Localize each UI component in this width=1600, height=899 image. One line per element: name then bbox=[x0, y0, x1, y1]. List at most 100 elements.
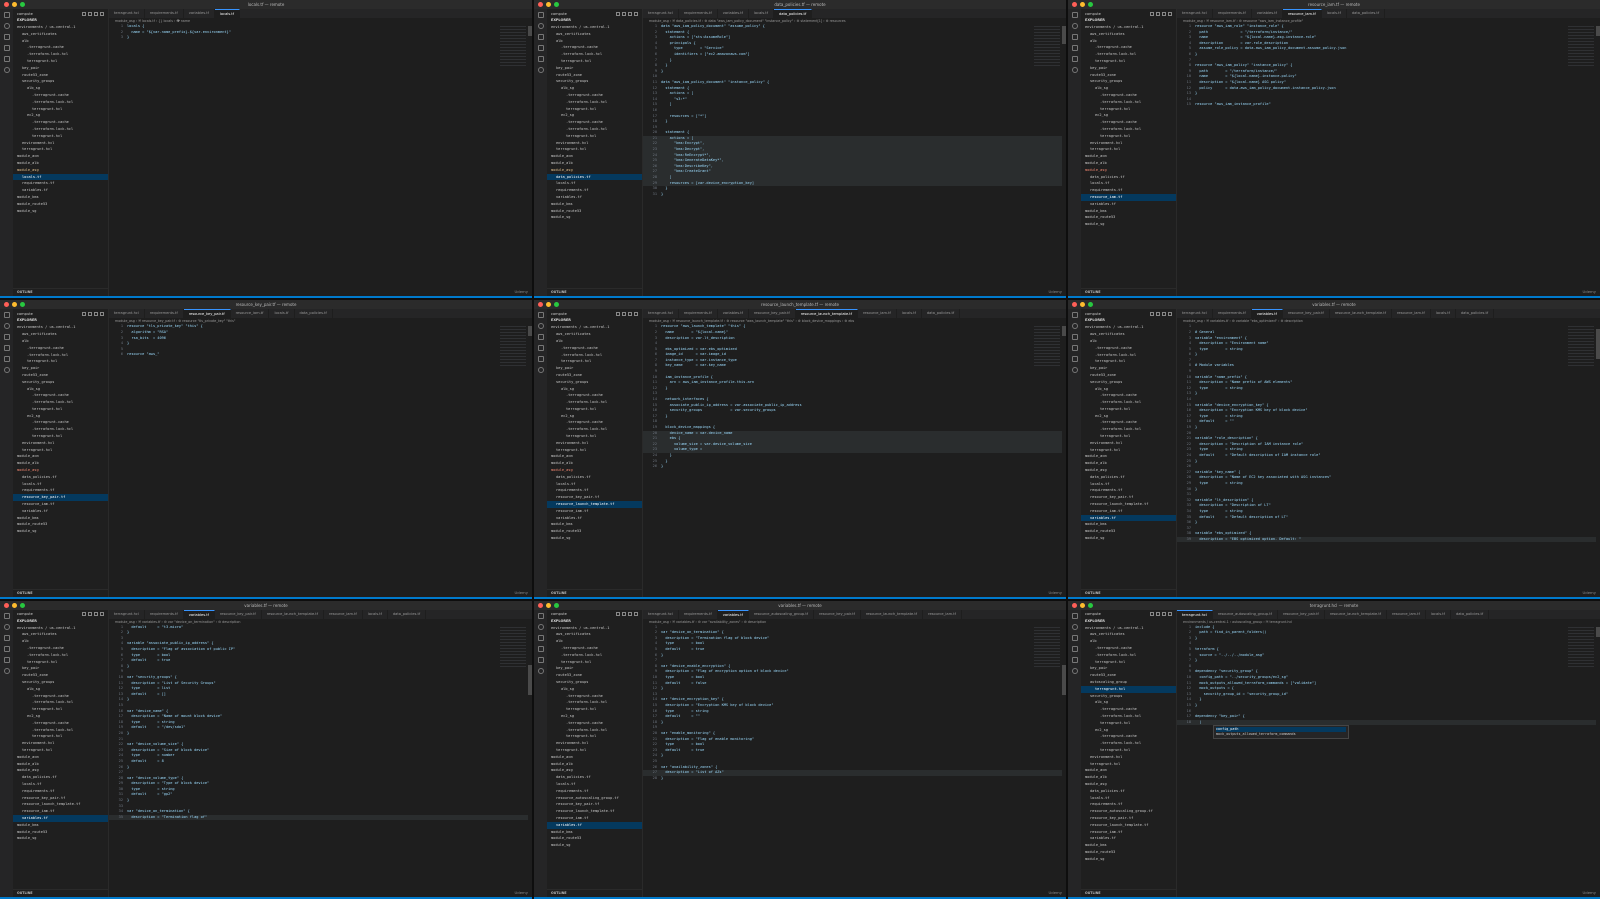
tree-item[interactable]: module_kms bbox=[1081, 521, 1176, 528]
tree-item[interactable]: module_route53 bbox=[13, 829, 108, 836]
vertical-scrollbar[interactable] bbox=[528, 624, 532, 897]
autocomplete-option[interactable]: mock_outputs_allowed_terraform_commands bbox=[1216, 732, 1346, 737]
source-control-icon[interactable] bbox=[537, 634, 544, 641]
tree-item[interactable]: .terragrunt-cache bbox=[1081, 392, 1176, 399]
tree-item[interactable]: variables.tf bbox=[1081, 835, 1176, 842]
editor-tab[interactable]: resource_key_pair.tf bbox=[814, 609, 861, 619]
remote-icon[interactable] bbox=[1071, 667, 1078, 674]
tree-item[interactable]: .terraform.lock.hcl bbox=[13, 99, 108, 106]
refresh-icon[interactable] bbox=[94, 311, 98, 316]
tree-item[interactable]: .terraform.lock.hcl bbox=[13, 727, 108, 734]
tree-item[interactable]: resource_iam.tf bbox=[1081, 508, 1176, 515]
tree-item[interactable]: resource_launch_template.tf bbox=[1081, 822, 1176, 829]
tree-item[interactable]: terragrunt.hcl bbox=[1081, 720, 1176, 727]
tree-item[interactable]: .terragrunt-cache bbox=[13, 345, 108, 352]
tree-item[interactable]: terragrunt.hcl bbox=[1081, 433, 1176, 440]
new-file-icon[interactable] bbox=[616, 311, 620, 316]
editor-tab[interactable]: resource_key_pair.tf bbox=[183, 309, 231, 319]
tree-item[interactable]: key_pair bbox=[547, 65, 642, 72]
tree-item[interactable]: module_alb bbox=[547, 761, 642, 768]
new-file-icon[interactable] bbox=[82, 311, 86, 316]
tree-item[interactable]: .terraform.lock.hcl bbox=[547, 399, 642, 406]
scrollbar-thumb[interactable] bbox=[1062, 26, 1066, 44]
editor-tab[interactable]: locals.tf bbox=[269, 309, 295, 319]
run-debug-icon[interactable] bbox=[3, 345, 10, 352]
collapse-icon[interactable] bbox=[1168, 612, 1172, 617]
tree-item[interactable]: route53_zone bbox=[1081, 372, 1176, 379]
tree-item[interactable]: .terragrunt-cache bbox=[547, 645, 642, 652]
tree-item[interactable]: environments / us-central-1 bbox=[13, 625, 108, 632]
remote-icon[interactable] bbox=[1071, 67, 1078, 73]
refresh-icon[interactable] bbox=[1162, 612, 1166, 617]
tree-item[interactable]: aws_certificates bbox=[1081, 331, 1176, 338]
tree-item[interactable]: terragrunt.hcl bbox=[1081, 447, 1176, 454]
tree-item[interactable]: locals.tf bbox=[547, 180, 642, 187]
editor-tab[interactable]: requirements.tf bbox=[679, 309, 718, 319]
tree-item[interactable]: environments / us-central-1 bbox=[1081, 625, 1176, 632]
tree-item[interactable]: security_groups bbox=[547, 379, 642, 386]
tree-item[interactable]: locals.tf bbox=[547, 481, 642, 488]
editor-tab[interactable]: data_policies.tf bbox=[773, 9, 813, 18]
tree-item[interactable]: requirements.tf bbox=[547, 187, 642, 194]
tree-item[interactable]: module_alb bbox=[1081, 160, 1176, 167]
editor-tab[interactable]: requirements.tf bbox=[679, 609, 718, 619]
editor-tab[interactable]: resource_iam.tf bbox=[858, 309, 897, 319]
code-editor[interactable]: 1 resource "tls_private_key" "this" {2 al… bbox=[109, 324, 532, 597]
scrollbar-thumb[interactable] bbox=[1596, 626, 1600, 637]
tree-item[interactable]: resource_key_pair.tf bbox=[13, 795, 108, 802]
editor-tab[interactable]: terragrunt.hcl bbox=[643, 309, 679, 319]
tree-item[interactable]: ec2_sg bbox=[1081, 112, 1176, 119]
tree-item[interactable]: key_pair bbox=[13, 665, 108, 672]
editor-tab[interactable]: data_policies.tf bbox=[1451, 609, 1490, 619]
tree-item[interactable]: .terraform.lock.hcl bbox=[1081, 399, 1176, 406]
tree-item[interactable]: security_groups bbox=[13, 379, 108, 386]
source-control-icon[interactable] bbox=[1071, 34, 1078, 40]
tree-item[interactable]: module_sg bbox=[13, 835, 108, 842]
tree-item[interactable]: aws_certificates bbox=[547, 631, 642, 638]
tree-item[interactable]: terragrunt.hcl bbox=[547, 358, 642, 365]
tree-item[interactable]: alb_sg bbox=[547, 85, 642, 92]
tree-item[interactable]: terragrunt.hcl bbox=[13, 58, 108, 65]
tree-item[interactable]: module_route53 bbox=[1081, 849, 1176, 856]
tree-item[interactable]: resource_iam.tf bbox=[1081, 829, 1176, 836]
tree-item[interactable]: key_pair bbox=[13, 365, 108, 372]
code-editor[interactable]: 1 data "aws_iam_policy_document" "assume_… bbox=[643, 24, 1066, 297]
tree-item[interactable]: .terragrunt-cache bbox=[1081, 419, 1176, 426]
tree-item[interactable]: terragrunt.hcl bbox=[547, 106, 642, 113]
tree-item[interactable]: .terraform.lock.hcl bbox=[547, 126, 642, 133]
tree-item[interactable]: security_groups bbox=[1081, 379, 1176, 386]
tree-item[interactable]: alb_sg bbox=[13, 386, 108, 393]
tree-item[interactable]: module_kms bbox=[547, 201, 642, 208]
run-debug-icon[interactable] bbox=[1071, 45, 1078, 51]
extensions-icon[interactable] bbox=[3, 656, 10, 663]
tree-item[interactable]: terragrunt.hcl bbox=[1081, 358, 1176, 365]
source-control-icon[interactable] bbox=[1071, 634, 1078, 641]
collapse-icon[interactable] bbox=[634, 612, 638, 617]
new-file-icon[interactable] bbox=[1150, 612, 1154, 617]
tree-item[interactable]: security_groups bbox=[13, 679, 108, 686]
tree-item[interactable]: resource_key_pair.tf bbox=[547, 801, 642, 808]
editor-tab[interactable]: locals.tf bbox=[1426, 609, 1451, 619]
tree-item[interactable]: module_kms bbox=[13, 822, 108, 829]
search-icon[interactable] bbox=[1071, 323, 1078, 330]
code-editor[interactable]: 1 resource "aws_iam_role" "instance_role"… bbox=[1177, 24, 1600, 297]
tree-item[interactable]: key_pair bbox=[1081, 365, 1176, 372]
tree-item[interactable]: ec2_sg bbox=[547, 713, 642, 720]
tree-item[interactable]: .terragrunt-cache bbox=[1081, 733, 1176, 740]
tree-item[interactable]: alb bbox=[1081, 638, 1176, 645]
editor-tab[interactable]: variables.tf bbox=[717, 609, 749, 619]
tree-item[interactable]: route53_zone bbox=[13, 72, 108, 79]
scrollbar-thumb[interactable] bbox=[1596, 329, 1600, 360]
search-icon[interactable] bbox=[3, 23, 10, 29]
collapse-icon[interactable] bbox=[100, 11, 104, 16]
remote-icon[interactable] bbox=[537, 67, 544, 73]
tree-item[interactable]: .terraform.lock.hcl bbox=[1081, 426, 1176, 433]
tree-item[interactable]: terragrunt.hcl bbox=[13, 146, 108, 153]
tree-item[interactable]: module_sg bbox=[13, 208, 108, 215]
tree-item[interactable]: .terraform.lock.hcl bbox=[13, 699, 108, 706]
source-control-icon[interactable] bbox=[3, 34, 10, 40]
scrollbar-thumb[interactable] bbox=[528, 664, 532, 695]
scrollbar-thumb[interactable] bbox=[1062, 326, 1066, 337]
editor-tab[interactable]: resource_key_pair.tf bbox=[1283, 309, 1330, 319]
files-icon[interactable] bbox=[3, 612, 10, 619]
